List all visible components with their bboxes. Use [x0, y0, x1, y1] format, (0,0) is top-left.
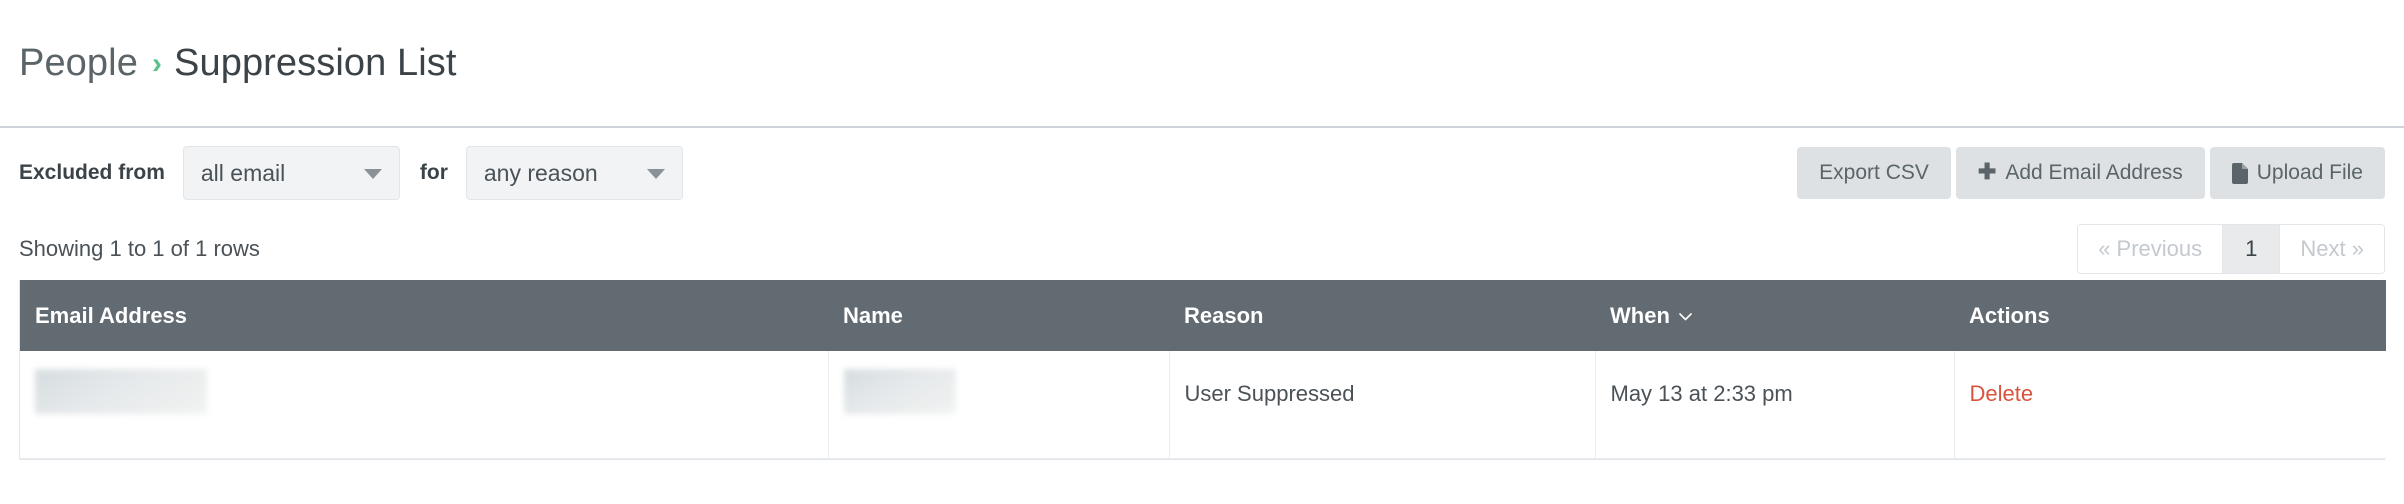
breadcrumb-link-people[interactable]: People — [19, 42, 138, 85]
reason-value: User Suppressed — [1185, 369, 1355, 407]
cell-actions: Delete — [1954, 351, 2386, 459]
breadcrumb: People › Suppression List — [19, 42, 457, 85]
audience-select[interactable]: all email — [183, 146, 400, 200]
column-header-email-address[interactable]: Email Address — [20, 280, 828, 351]
table-header-row: Email Address Name Reason When — [20, 280, 2386, 351]
page-title: Suppression List — [174, 42, 457, 85]
suppression-list-table: Email Address Name Reason When — [19, 280, 2385, 460]
cell-reason: User Suppressed — [1169, 351, 1595, 459]
pagination-next[interactable]: Next » — [2280, 225, 2384, 273]
pagination-page-1[interactable]: 1 — [2223, 225, 2280, 273]
export-csv-button[interactable]: Export CSV — [1797, 147, 1951, 199]
chevron-down-icon — [1679, 313, 1692, 321]
toolbar-actions: Export CSV ✚ Add Email Address Upload Fi… — [1797, 147, 2385, 199]
chevron-right-icon: › — [152, 49, 162, 79]
breadcrumb-bar: People › Suppression List — [0, 0, 2404, 128]
cell-email-address — [20, 351, 828, 459]
when-value: May 13 at 2:33 pm — [1611, 369, 1793, 407]
column-header-actions-label: Actions — [1969, 303, 2050, 329]
email-address-redacted-wrap — [35, 351, 828, 458]
cell-when: May 13 at 2:33 pm — [1595, 351, 1954, 459]
chevron-down-icon — [647, 169, 665, 179]
upload-file-button[interactable]: Upload File — [2210, 147, 2385, 199]
showing-rows-text: Showing 1 to 1 of 1 rows — [19, 236, 260, 262]
upload-file-label: Upload File — [2257, 161, 2363, 185]
export-csv-label: Export CSV — [1819, 161, 1929, 185]
column-header-name-label: Name — [843, 303, 903, 329]
column-header-name[interactable]: Name — [828, 280, 1169, 351]
column-header-when[interactable]: When — [1595, 280, 1954, 351]
column-header-reason-label: Reason — [1184, 303, 1263, 329]
chevron-down-icon — [364, 169, 382, 179]
add-email-address-label: Add Email Address — [2005, 161, 2182, 185]
add-email-address-button[interactable]: ✚ Add Email Address — [1956, 147, 2205, 199]
name-redacted-wrap — [844, 351, 1169, 458]
table-info-row: Showing 1 to 1 of 1 rows « Previous 1 Ne… — [0, 218, 2404, 280]
filter-toolbar: Excluded from all email for any reason E… — [0, 128, 2404, 218]
redacted-name — [844, 369, 956, 414]
pagination-previous[interactable]: « Previous — [2078, 225, 2223, 273]
cell-name — [828, 351, 1169, 459]
reason-select-value: any reason — [467, 160, 598, 187]
column-header-when-label: When — [1610, 303, 1670, 329]
reason-select[interactable]: any reason — [466, 146, 683, 200]
column-header-actions[interactable]: Actions — [1954, 280, 2386, 351]
column-header-email-address-label: Email Address — [35, 303, 187, 329]
redacted-email-address — [35, 369, 207, 414]
plus-icon: ✚ — [1978, 161, 1996, 183]
audience-select-value: all email — [184, 160, 285, 187]
excluded-from-label: Excluded from — [19, 161, 165, 185]
for-label: for — [420, 161, 448, 185]
table-row: User Suppressed May 13 at 2:33 pm Delete — [20, 351, 2386, 459]
delete-link[interactable]: Delete — [1970, 369, 2034, 407]
column-header-reason[interactable]: Reason — [1169, 280, 1595, 351]
file-icon — [2232, 163, 2248, 184]
pagination: « Previous 1 Next » — [2077, 224, 2385, 274]
